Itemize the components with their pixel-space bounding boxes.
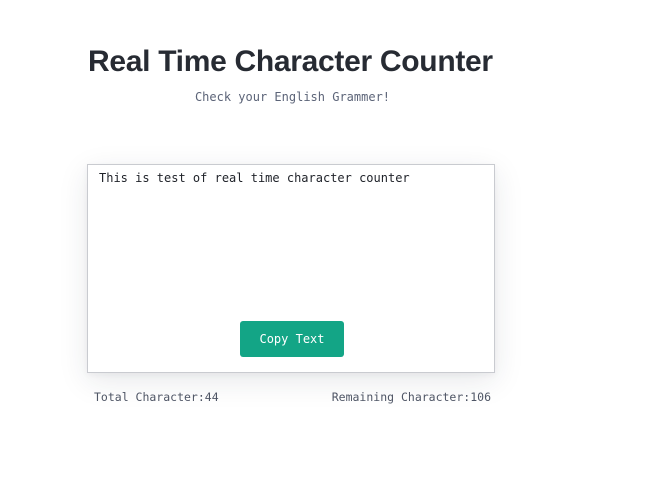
editor-card: Copy Text [87, 164, 495, 373]
remaining-character-value: 106 [470, 390, 491, 404]
total-character-stat: Total Character:44 [94, 390, 219, 404]
copy-text-button[interactable]: Copy Text [240, 321, 344, 357]
remaining-character-stat: Remaining Character:106 [332, 390, 491, 404]
total-character-label: Total Character: [94, 390, 205, 404]
page-title: Real Time Character Counter [88, 45, 493, 78]
total-character-value: 44 [204, 390, 219, 404]
page-subtitle: Check your English Grammer! [194, 90, 391, 104]
text-input[interactable] [99, 170, 483, 310]
remaining-character-label: Remaining Character: [331, 390, 471, 404]
